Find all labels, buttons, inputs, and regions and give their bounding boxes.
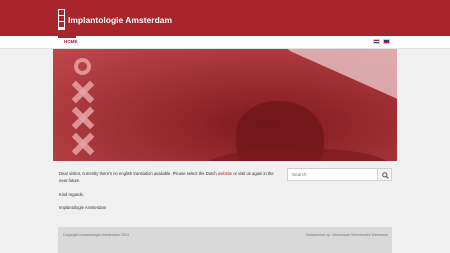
site-title[interactable]: Implantologie Amsterdam: [68, 15, 172, 25]
ring-shape: [74, 58, 91, 75]
site-footer: Copyright Implantologie Amsterdam 2014 G…: [58, 227, 392, 253]
regards-text: Kind regards,: [59, 191, 84, 197]
credit-text[interactable]: Gebasseerd op: Verbouwde Weerbericht Wir…: [306, 233, 388, 237]
x-cross-icon: [72, 133, 94, 155]
site-header: Implantologie Amsterdam: [0, 0, 450, 36]
notice-text: Dear visitor, currently there's no engli…: [59, 171, 274, 183]
amsterdam-xxx-logo-icon[interactable]: [58, 9, 65, 30]
dental-lamp-shape: [282, 49, 397, 107]
x-cross-icon: [72, 81, 94, 103]
search-input[interactable]: [288, 169, 376, 180]
flag-nl-icon[interactable]: [373, 39, 380, 44]
x-cross-icon: [72, 107, 94, 129]
search-icon: [381, 171, 389, 179]
copyright-text: Copyright Implantologie Amsterdam 2014: [63, 233, 129, 237]
signature-text: Implantologie Amsterdam: [59, 205, 107, 211]
active-nav-indicator: [58, 36, 76, 38]
hero-banner: [53, 49, 397, 161]
dutch-website-link[interactable]: website: [218, 171, 232, 176]
main-nav: HOME: [0, 36, 450, 49]
main-content: Dear visitor, currently there's no engli…: [59, 171, 279, 219]
nav-item-home[interactable]: HOME: [64, 39, 78, 44]
coat-of-arms-emblem: [72, 58, 94, 159]
dentist-body-shape: [203, 149, 393, 161]
search-box: [287, 168, 392, 181]
search-button[interactable]: [377, 169, 391, 180]
flag-uk-icon[interactable]: [383, 39, 390, 44]
